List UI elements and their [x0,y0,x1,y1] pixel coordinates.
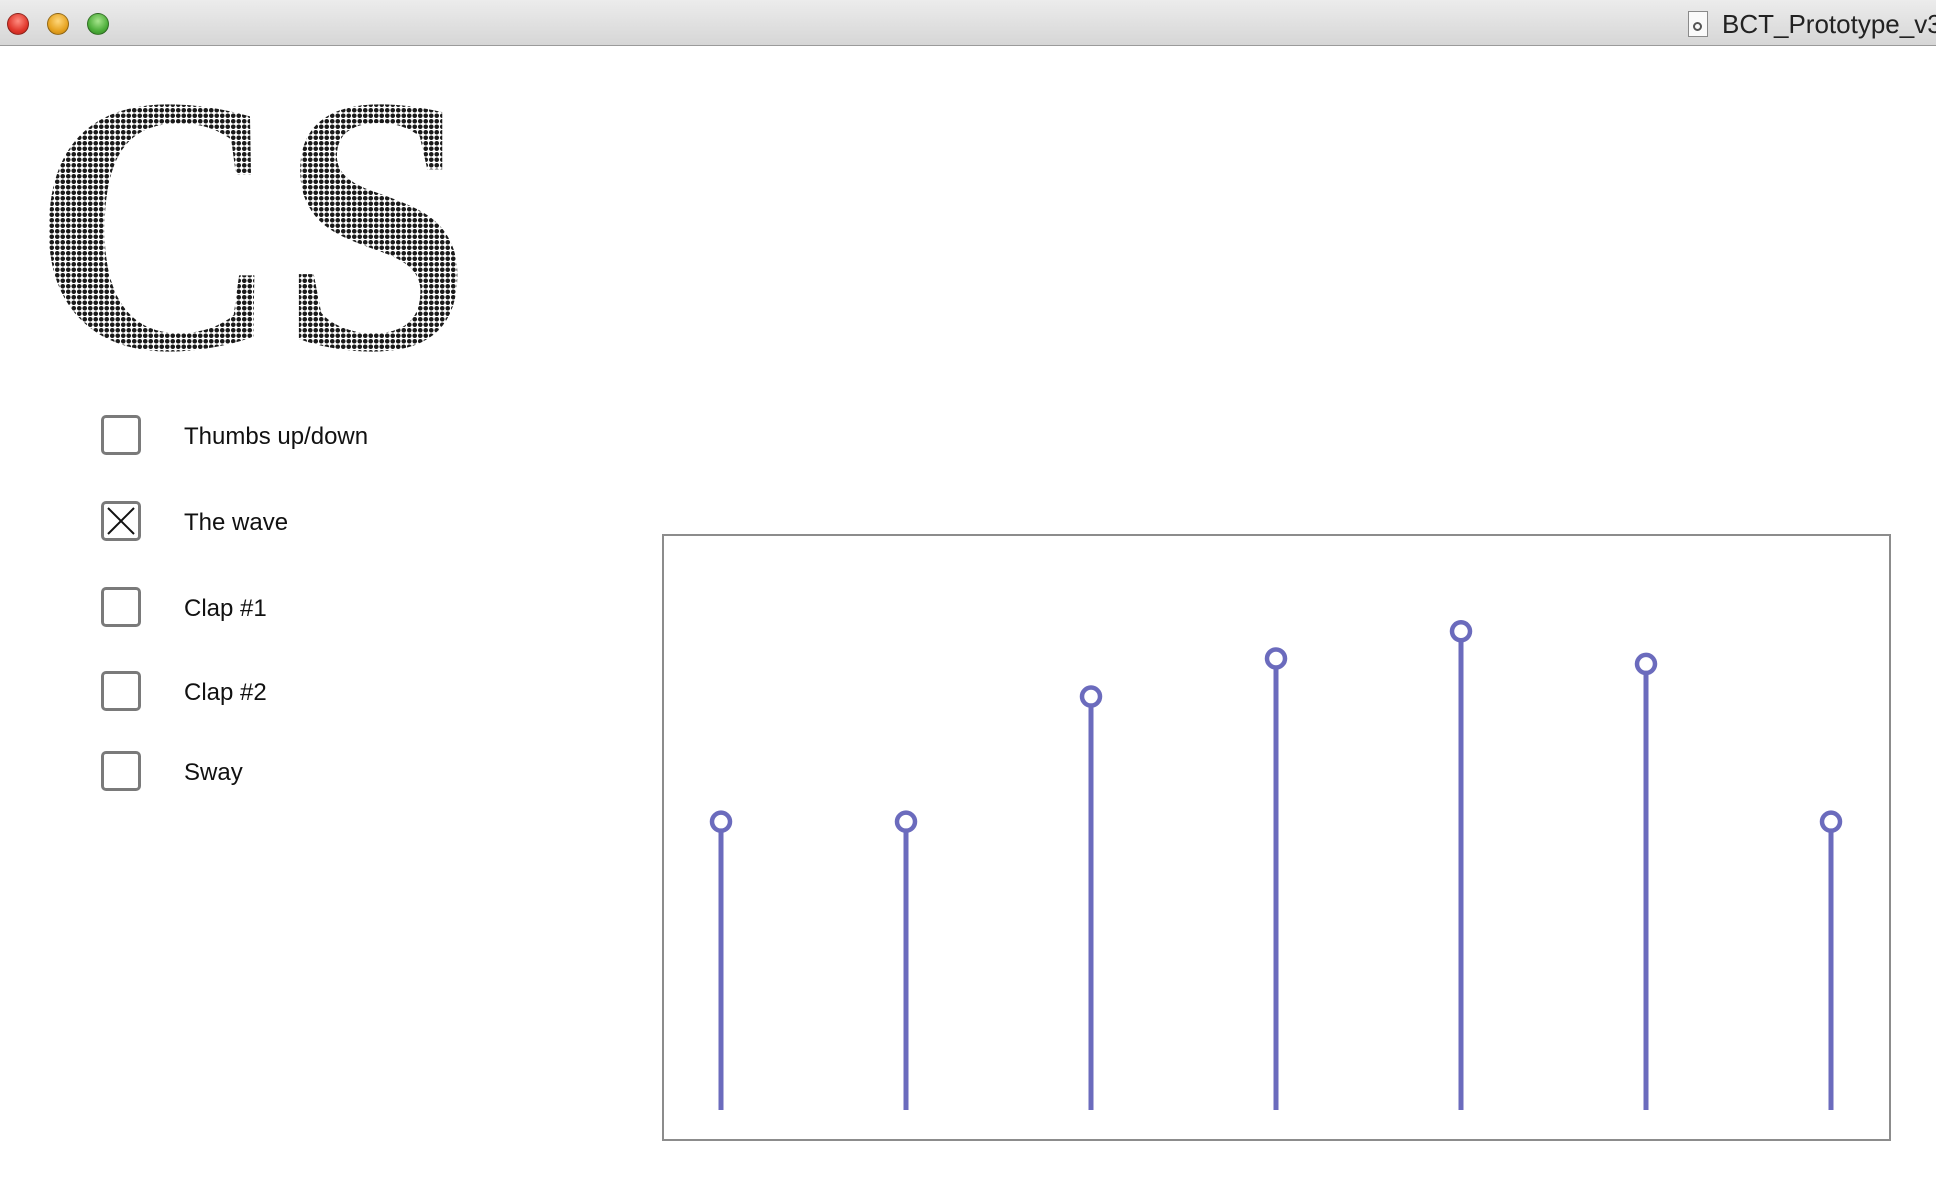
option-checkbox[interactable] [101,501,141,541]
option-checkbox[interactable] [101,587,141,627]
stem-marker [709,810,733,833]
stem-chart [709,620,1843,1110]
stem-marker [1449,620,1473,643]
title-bar[interactable]: BCT_Prototype_v3 [0,0,1936,46]
checkmark-x-icon [107,507,135,535]
option-row[interactable]: Sway [101,751,441,793]
option-label: The wave [184,509,289,536]
dotted-cs-logo-icon: CS [38,80,478,360]
option-checkbox[interactable] [101,751,141,791]
zoom-window-button[interactable] [87,13,109,35]
stem-chart-panel [662,534,1891,1141]
close-window-button[interactable] [7,13,29,35]
stem-marker [1634,652,1658,676]
option-row[interactable]: Thumbs up/down [101,415,441,457]
option-row[interactable]: The wave [101,501,441,543]
option-label: Clap #1 [184,595,267,622]
option-checkbox[interactable] [101,671,141,711]
option-row[interactable]: Clap #2 [101,671,441,713]
stem-marker [894,810,918,833]
stem-marker [1819,810,1843,833]
stem-marker [1079,685,1103,708]
document-icon [1688,11,1708,37]
app-window: BCT_Prototype_v3 CS Thumbs up/down The wa… [0,0,1936,1192]
stem-marker [1264,647,1288,670]
option-label: Clap #2 [184,679,267,706]
minimize-window-button[interactable] [47,13,69,35]
option-row[interactable]: Clap #1 [101,587,441,629]
option-label: Thumbs up/down [184,423,369,450]
option-label: Sway [184,759,243,786]
window-title: BCT_Prototype_v3 [1722,9,1936,39]
option-checkbox[interactable] [101,415,141,455]
